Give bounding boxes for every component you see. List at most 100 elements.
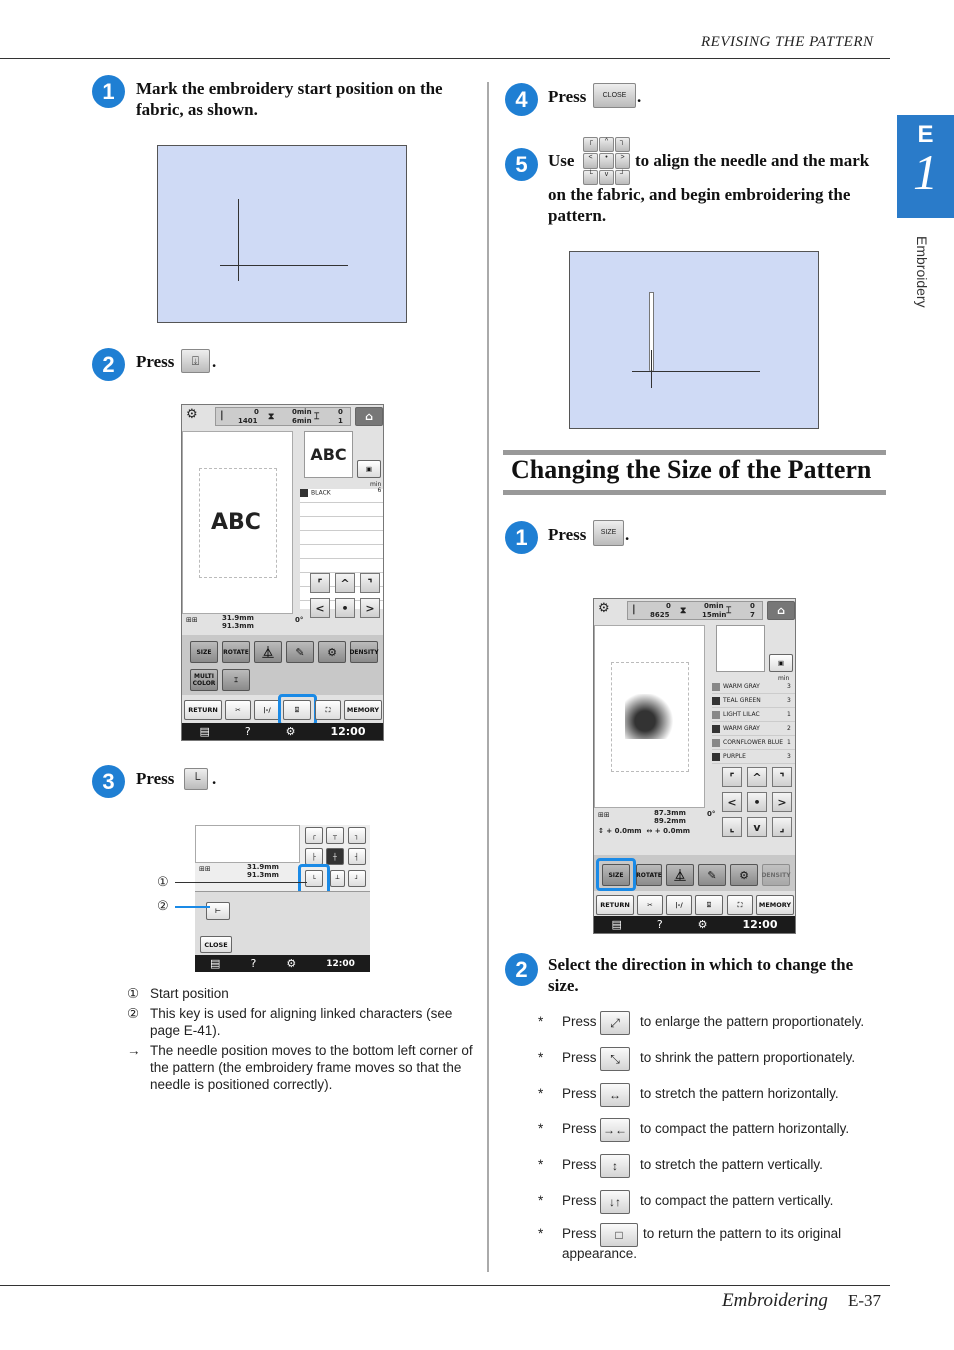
thread-name: LIGHT LILAC xyxy=(723,710,760,718)
start-middle-left-button[interactable]: ├ xyxy=(305,848,323,865)
move-up-left-button[interactable]: ⌜ xyxy=(722,767,742,787)
frame-view-button[interactable]: ▣ xyxy=(769,654,793,672)
section-title: Changing the Size of the Pattern xyxy=(511,455,872,484)
press-label: Press xyxy=(562,1086,597,1101)
page-number: E-37 xyxy=(848,1291,882,1310)
move-up-left-button[interactable]: ⌜ xyxy=(310,573,330,593)
thread-color-button[interactable]: ✎ xyxy=(286,641,314,663)
document-icon[interactable]: ▤ xyxy=(199,725,209,738)
move-right-button[interactable]: > xyxy=(772,792,792,812)
thread-minutes: 2 xyxy=(787,724,791,732)
callout-line xyxy=(175,906,210,908)
rotate-button[interactable]: ROTATE xyxy=(222,641,250,663)
thread-row: WARM GRAY 2 xyxy=(712,722,795,736)
thread-row: PURPLE 3 xyxy=(712,750,795,764)
settings-icon[interactable]: ⚙ xyxy=(286,725,296,738)
clock: 12:00 xyxy=(742,918,778,931)
move-center-button[interactable]: • xyxy=(335,598,355,618)
frame-icon: ⊞⊞ xyxy=(598,811,610,819)
thread-color-swatch xyxy=(712,696,720,705)
start-bottom-right-button[interactable]: ┘ xyxy=(348,870,366,887)
move-down-button[interactable]: v xyxy=(747,817,767,837)
home-button[interactable]: ⌂ xyxy=(355,407,383,426)
linked-characters-button[interactable]: ⊢ xyxy=(206,902,230,920)
status-bar: ▤? ⚙ 12:00 xyxy=(195,955,370,972)
thread-color-swatch xyxy=(712,682,720,691)
bullet: * xyxy=(538,1226,544,1241)
move-up-right-button[interactable]: ⌝ xyxy=(772,767,792,787)
option-text: to return the pattern to its original xyxy=(643,1226,842,1241)
settings-icon[interactable]: ⚙ xyxy=(698,918,708,931)
press-label: Press xyxy=(562,1157,597,1172)
size-readout: 87.3mm 89.2mm xyxy=(654,809,686,825)
pattern-thumbnail: ABC xyxy=(304,431,353,478)
memory-button[interactable]: MEMORY xyxy=(344,700,382,720)
trial-button[interactable]: ⛶ xyxy=(727,895,753,915)
bullet: * xyxy=(538,1086,544,1101)
move-right-button[interactable]: > xyxy=(360,598,380,618)
help-button[interactable]: ? xyxy=(250,957,256,970)
start-top-center-button[interactable]: ┬ xyxy=(326,827,344,844)
needle-position-button[interactable]: |-/ xyxy=(666,895,692,915)
sewing-button[interactable]: ⚙ xyxy=(318,641,346,663)
mirror-button[interactable]: ⏅ xyxy=(666,864,694,886)
size-button[interactable]: SIZE xyxy=(190,641,218,663)
option-text: to stretch the pattern vertically. xyxy=(640,1157,823,1172)
close-button[interactable]: CLOSE xyxy=(200,936,232,953)
stretch-horizontal-icon: ↔ xyxy=(600,1083,630,1107)
help-button[interactable]: ? xyxy=(245,725,251,738)
move-left-button[interactable]: < xyxy=(310,598,330,618)
thread-color-swatch xyxy=(712,724,720,733)
tab-number: 1 xyxy=(913,144,938,200)
bottom-left-key-icon: └ xyxy=(184,768,208,790)
density-button[interactable]: DENSITY xyxy=(761,864,791,886)
move-down-right-button[interactable]: ⌟ xyxy=(772,817,792,837)
pattern-thumbnail xyxy=(716,625,765,672)
return-button[interactable]: RETURN xyxy=(596,895,634,915)
spacing-button[interactable]: ⌶ xyxy=(222,669,250,691)
start-top-right-button[interactable]: ┐ xyxy=(348,827,366,844)
size-key-icon: SIZE xyxy=(593,520,624,546)
move-down-left-button[interactable]: ⌞ xyxy=(722,817,742,837)
color-count: 0 xyxy=(750,602,755,610)
start-point-key-icon: ⍗ xyxy=(181,349,210,373)
thread-cut-button[interactable]: ✂ xyxy=(225,700,251,720)
document-icon[interactable]: ▤ xyxy=(611,918,621,931)
frame-view-button[interactable]: ▣ xyxy=(357,460,381,478)
start-point-button[interactable]: ⍗ xyxy=(695,895,723,915)
preview-text: ABC xyxy=(211,510,261,535)
return-button[interactable]: RETURN xyxy=(184,700,222,720)
move-up-button[interactable]: ^ xyxy=(335,573,355,593)
stitch-count: 0 xyxy=(254,408,259,416)
stitch-count: 0 xyxy=(666,602,671,610)
rotate-button[interactable]: ROTATE xyxy=(636,864,662,886)
move-up-right-button[interactable]: ⌝ xyxy=(360,573,380,593)
thread-cut-button[interactable]: ✂ xyxy=(637,895,663,915)
start-top-left-button[interactable]: ┌ xyxy=(305,827,323,844)
highlight-frame xyxy=(596,858,636,891)
needle-position-button[interactable]: |-/ xyxy=(254,700,280,720)
start-center-button[interactable]: ┼ xyxy=(326,848,344,865)
move-left-button[interactable]: < xyxy=(722,792,742,812)
document-icon[interactable]: ▤ xyxy=(210,957,220,970)
sewing-button[interactable]: ⚙ xyxy=(730,864,758,886)
press-label: Press xyxy=(562,1121,597,1136)
settings-icon[interactable]: ⚙ xyxy=(286,957,296,970)
mirror-button[interactable]: ⏅ xyxy=(254,641,282,663)
start-middle-right-button[interactable]: ┤ xyxy=(348,848,366,865)
thread-color-button[interactable]: ✎ xyxy=(698,864,726,886)
start-bottom-center-button[interactable]: ┴ xyxy=(330,870,345,887)
step-text: Press xyxy=(136,352,175,371)
option-text: to stretch the pattern horizontally. xyxy=(640,1086,839,1101)
multi-color-button[interactable]: MULTI COLOR xyxy=(190,669,218,691)
memory-button[interactable]: MEMORY xyxy=(756,895,794,915)
move-up-button[interactable]: ^ xyxy=(747,767,767,787)
help-button[interactable]: ? xyxy=(657,918,663,931)
trial-button[interactable]: ⛶ xyxy=(315,700,341,720)
time-elapsed: 0min xyxy=(292,408,312,416)
compact-vertical-icon: ↓↑ xyxy=(600,1190,630,1214)
running-header: REVISING THE PATTERN xyxy=(701,34,874,50)
density-button[interactable]: DENSITY xyxy=(349,641,379,663)
home-button[interactable]: ⌂ xyxy=(767,601,795,620)
move-center-button[interactable]: • xyxy=(747,792,767,812)
